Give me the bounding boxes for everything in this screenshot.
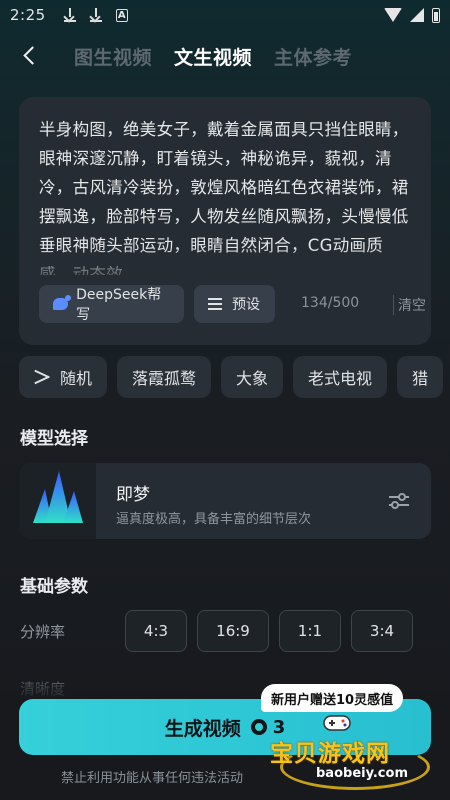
params-section-title: 基础参数: [20, 577, 88, 597]
jimeng-logo-icon: [33, 471, 83, 523]
suggestion-chip[interactable]: 老式电视: [293, 356, 388, 398]
prompt-card: 半身构图，绝美女子，戴着金属面具只挡住眼睛，眼神深邃沉静，盯着镜头，神秘诡异，藐…: [19, 97, 431, 345]
signal-icon: [410, 8, 424, 22]
resolution-label: 分辨率: [20, 623, 66, 641]
ratio-option[interactable]: 4:3: [125, 610, 187, 652]
ratio-option[interactable]: 3:4: [351, 610, 413, 652]
model-section-title: 模型选择: [20, 429, 88, 449]
list-icon: [208, 298, 222, 310]
model-name: 即梦: [116, 485, 150, 505]
model-card[interactable]: 即梦 逼真度极高，具备丰富的细节层次: [19, 463, 431, 539]
download-icon: [63, 8, 76, 22]
gamepad-icon: [323, 715, 351, 731]
suggestion-chip[interactable]: 落霞孤鹜: [117, 356, 212, 398]
deepseek-assist-button[interactable]: DeepSeek帮写: [39, 285, 184, 323]
tab-text-to-video[interactable]: 文生视频: [174, 43, 252, 70]
deepseek-whale-icon: [53, 295, 72, 310]
ratio-option[interactable]: 1:1: [279, 610, 341, 652]
suggestion-chips: 随机 落霞孤鹜 大象 老式电视 猎: [19, 356, 450, 398]
watermark-logo: 宝贝游戏网 baobeiy.com: [270, 708, 440, 798]
status-bar: 2:25 A: [0, 0, 450, 30]
generate-label: 生成视频: [164, 717, 241, 740]
tab-subject-reference[interactable]: 主体参考: [274, 43, 352, 70]
status-time: 2:25: [10, 6, 46, 24]
header: 图生视频 文生视频 主体参考: [0, 36, 450, 76]
deepseek-assist-label: DeepSeek帮写: [76, 287, 162, 323]
char-counter: 134/500: [301, 295, 360, 311]
wifi-icon: [384, 8, 402, 22]
watermark-url: baobeiy.com: [316, 766, 408, 781]
mode-tabs: 图生视频 文生视频 主体参考: [74, 43, 352, 70]
suggestion-chip[interactable]: 猎: [397, 356, 444, 398]
tab-image-to-video[interactable]: 图生视频: [74, 43, 152, 70]
back-button[interactable]: [14, 36, 54, 76]
settings-sliders-icon[interactable]: [388, 492, 410, 510]
download-icon: [89, 8, 102, 22]
prompt-fade: [19, 247, 431, 283]
preset-button[interactable]: 预设: [194, 285, 275, 323]
inspiration-coin-icon: [250, 719, 267, 735]
suggestion-chip[interactable]: 大象: [221, 356, 284, 398]
model-description: 逼真度极高，具备丰富的细节层次: [116, 512, 312, 527]
preset-label: 预设: [232, 297, 260, 313]
watermark-title: 宝贝游戏网: [270, 741, 390, 767]
random-chip[interactable]: 随机: [19, 356, 108, 398]
model-logo: [19, 463, 96, 539]
disclaimer-text: 禁止利用功能从事任何违法活动: [61, 771, 244, 786]
aspect-ratio-options: 4:3 16:9 1:1 3:4: [125, 610, 413, 652]
shuffle-icon: [34, 370, 52, 384]
ratio-option[interactable]: 16:9: [197, 610, 269, 652]
battery-icon: [432, 7, 440, 23]
clear-button[interactable]: 清空: [393, 295, 426, 315]
app-notification-icon: A: [115, 8, 128, 22]
random-chip-label: 随机: [60, 369, 93, 388]
